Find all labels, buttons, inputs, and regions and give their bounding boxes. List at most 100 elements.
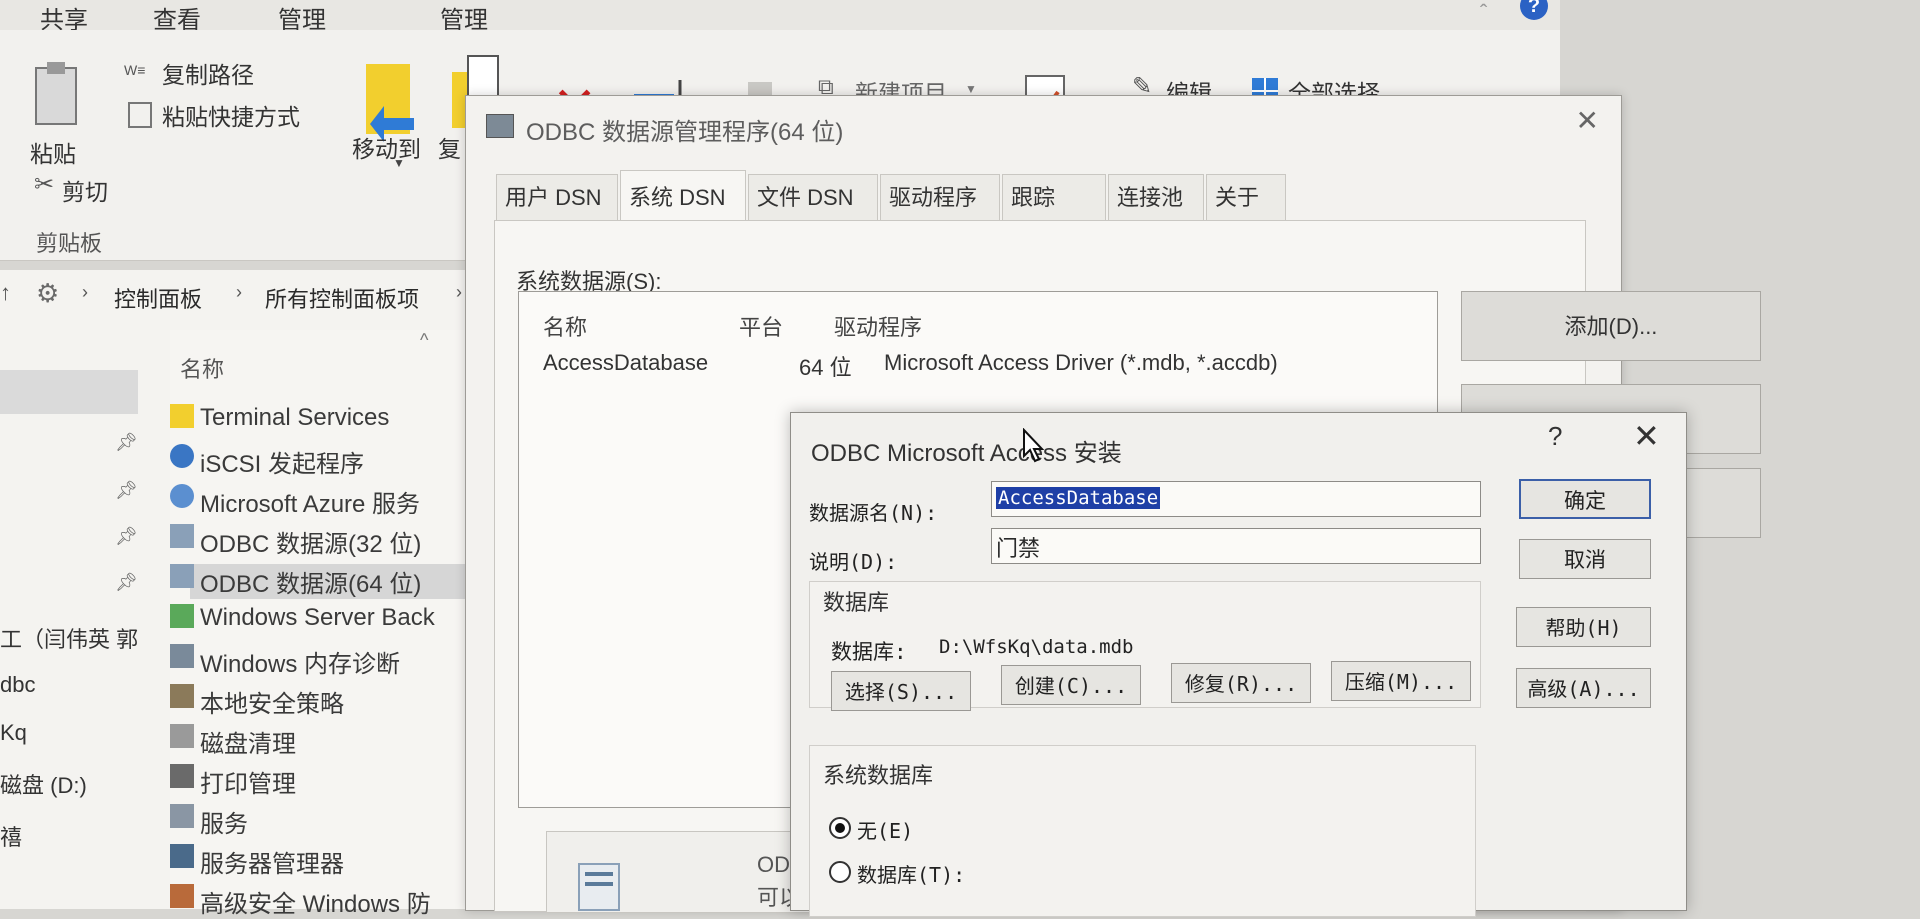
tab-connection-pooling[interactable]: 连接池: [1108, 174, 1204, 220]
dsn-name-value: AccessDatabase: [996, 487, 1161, 509]
list-item[interactable]: ODBC 数据源(32 位): [170, 524, 422, 559]
nav-selected-row[interactable]: [0, 370, 138, 414]
list-item[interactable]: 磁盘清理: [170, 724, 296, 759]
memory-diagnostic-icon: [170, 644, 194, 668]
cut-button[interactable]: 剪切: [62, 173, 108, 207]
paste-shortcut-button[interactable]: 粘贴快捷方式: [162, 98, 300, 132]
nav-item-other[interactable]: 禧: [0, 820, 22, 852]
breadcrumb-separator-icon: ›: [456, 282, 462, 302]
odbc-icon: [170, 524, 194, 548]
chevron-up-icon[interactable]: ˆ: [1480, 0, 1487, 26]
move-to-button[interactable]: 移动到: [352, 130, 421, 164]
database-label: 数据库:: [831, 640, 907, 664]
column-header-driver[interactable]: 驱动程序: [834, 310, 922, 342]
ok-button[interactable]: 确定: [1519, 479, 1651, 519]
list-item[interactable]: Microsoft Azure 服务: [170, 484, 421, 519]
copy-path-button[interactable]: 复制路径: [162, 56, 254, 90]
copy-path-icon: W≡: [124, 62, 146, 78]
radio-none[interactable]: [829, 817, 851, 839]
cancel-button[interactable]: 取消: [1519, 539, 1651, 579]
select-database-button[interactable]: 选择(S)...: [831, 671, 971, 711]
list-item-label: 高级安全 Windows 防: [200, 891, 431, 918]
copy-to-button[interactable]: 复: [438, 130, 461, 164]
odbc-icon: [170, 564, 194, 588]
list-item-label: 磁盘清理: [200, 731, 296, 758]
chevron-down-icon: ▼: [393, 156, 405, 170]
list-item-selected[interactable]: ODBC 数据源(64 位): [170, 564, 480, 599]
up-arrow-icon[interactable]: ↑: [0, 280, 11, 306]
list-item[interactable]: 服务器管理器: [170, 844, 344, 879]
list-item[interactable]: 高级安全 Windows 防: [170, 884, 431, 919]
add-button[interactable]: 添加(D)...: [1461, 291, 1761, 361]
advanced-button[interactable]: 高级(A)...: [1516, 668, 1651, 708]
database-group-title: 数据库: [823, 590, 890, 615]
compact-database-button[interactable]: 压缩(M)...: [1331, 661, 1471, 701]
description-input[interactable]: 门禁: [991, 528, 1481, 564]
clipboard-group-label: 剪贴板: [36, 231, 103, 256]
list-item[interactable]: Windows 内存诊断: [170, 644, 401, 679]
list-item-label: Windows 内存诊断: [200, 651, 401, 678]
column-header-name[interactable]: 名称: [180, 352, 224, 384]
scissors-icon: ✂: [34, 171, 55, 198]
list-item-label: iSCSI 发起程序: [200, 451, 365, 478]
nav-item-disk-d[interactable]: 磁盘 (D:): [0, 768, 87, 800]
pin-icon[interactable]: 📌︎: [115, 572, 138, 593]
close-icon[interactable]: ✕: [1633, 417, 1660, 455]
list-item[interactable]: Terminal Services: [170, 404, 389, 432]
dsn-row-driver: Microsoft Access Driver (*.mdb, *.accdb): [884, 350, 1278, 375]
tab-drivers[interactable]: 驱动程序: [880, 174, 1000, 220]
odbc-info-icon: [578, 863, 620, 911]
tab-about[interactable]: 关于: [1206, 174, 1286, 220]
column-header-platform[interactable]: 平台: [739, 310, 783, 342]
breadcrumb-separator-icon: ›: [236, 282, 242, 302]
help-button[interactable]: 帮助(H): [1516, 607, 1651, 647]
description-value: 门禁: [996, 536, 1041, 561]
list-item-label: Microsoft Azure 服务: [200, 491, 421, 518]
pin-icon[interactable]: 📌︎: [115, 480, 138, 501]
dsn-name-input[interactable]: AccessDatabase: [991, 481, 1481, 517]
dialog-title: ODBC Microsoft Access 安装: [811, 440, 1122, 467]
list-item-label: 打印管理: [200, 771, 296, 798]
list-item[interactable]: 本地安全策略: [170, 684, 344, 719]
tab-user-dsn[interactable]: 用户 DSN: [496, 174, 618, 220]
description-label: 说明(D):: [809, 550, 898, 574]
radio-database-label: 数据库(T):: [857, 863, 966, 887]
clipboard-icon: [35, 62, 77, 125]
breadcrumb-all-items[interactable]: 所有控制面板项: [265, 282, 419, 314]
tab-system-dsn[interactable]: 系统 DSN: [620, 170, 746, 220]
nav-item-user[interactable]: 工（闫伟英 郭: [0, 622, 138, 654]
list-item-label: 服务: [200, 811, 248, 838]
printer-icon: [170, 764, 194, 788]
tab-tracing[interactable]: 跟踪: [1002, 174, 1106, 220]
control-panel-icon: ⚙: [36, 278, 60, 308]
list-item[interactable]: 打印管理: [170, 764, 296, 799]
radio-database[interactable]: [829, 861, 851, 883]
nav-item-kq[interactable]: Kq: [0, 720, 27, 746]
mouse-cursor-icon: [1023, 428, 1045, 463]
paste-button[interactable]: 粘贴: [30, 135, 76, 169]
backup-icon: [170, 604, 194, 628]
repair-database-button[interactable]: 修复(R)...: [1171, 663, 1311, 703]
list-item-label: ODBC 数据源(32 位): [200, 531, 422, 558]
dsn-row-platform: 64 位: [799, 355, 852, 380]
help-icon[interactable]: ?: [1520, 0, 1548, 20]
dsn-row-name[interactable]: AccessDatabase: [543, 350, 708, 376]
create-database-button[interactable]: 创建(C)...: [1001, 665, 1141, 705]
list-item[interactable]: 服务: [170, 804, 248, 839]
list-item[interactable]: iSCSI 发起程序: [170, 444, 365, 479]
dialog-title: ODBC 数据源管理程序(64 位): [526, 119, 844, 146]
address-bar[interactable]: ↑ ⚙ › 控制面板 › 所有控制面板项 ›: [0, 270, 480, 320]
sort-chevron-icon[interactable]: ^: [420, 330, 428, 351]
list-item[interactable]: Windows Server Back: [170, 604, 435, 632]
tab-file-dsn[interactable]: 文件 DSN: [748, 174, 878, 220]
breadcrumb-control-panel[interactable]: 控制面板: [114, 282, 202, 314]
nav-item-dbc[interactable]: dbc: [0, 672, 35, 698]
pin-icon[interactable]: 📌︎: [115, 432, 138, 453]
close-icon[interactable]: ✕: [1576, 104, 1599, 137]
server-manager-icon: [170, 844, 194, 868]
help-icon[interactable]: ?: [1548, 421, 1562, 452]
folder-icon: [170, 404, 194, 428]
column-header-name[interactable]: 名称: [543, 310, 587, 342]
pin-icon[interactable]: 📌︎: [115, 526, 138, 547]
dsn-name-label: 数据源名(N):: [809, 501, 938, 525]
